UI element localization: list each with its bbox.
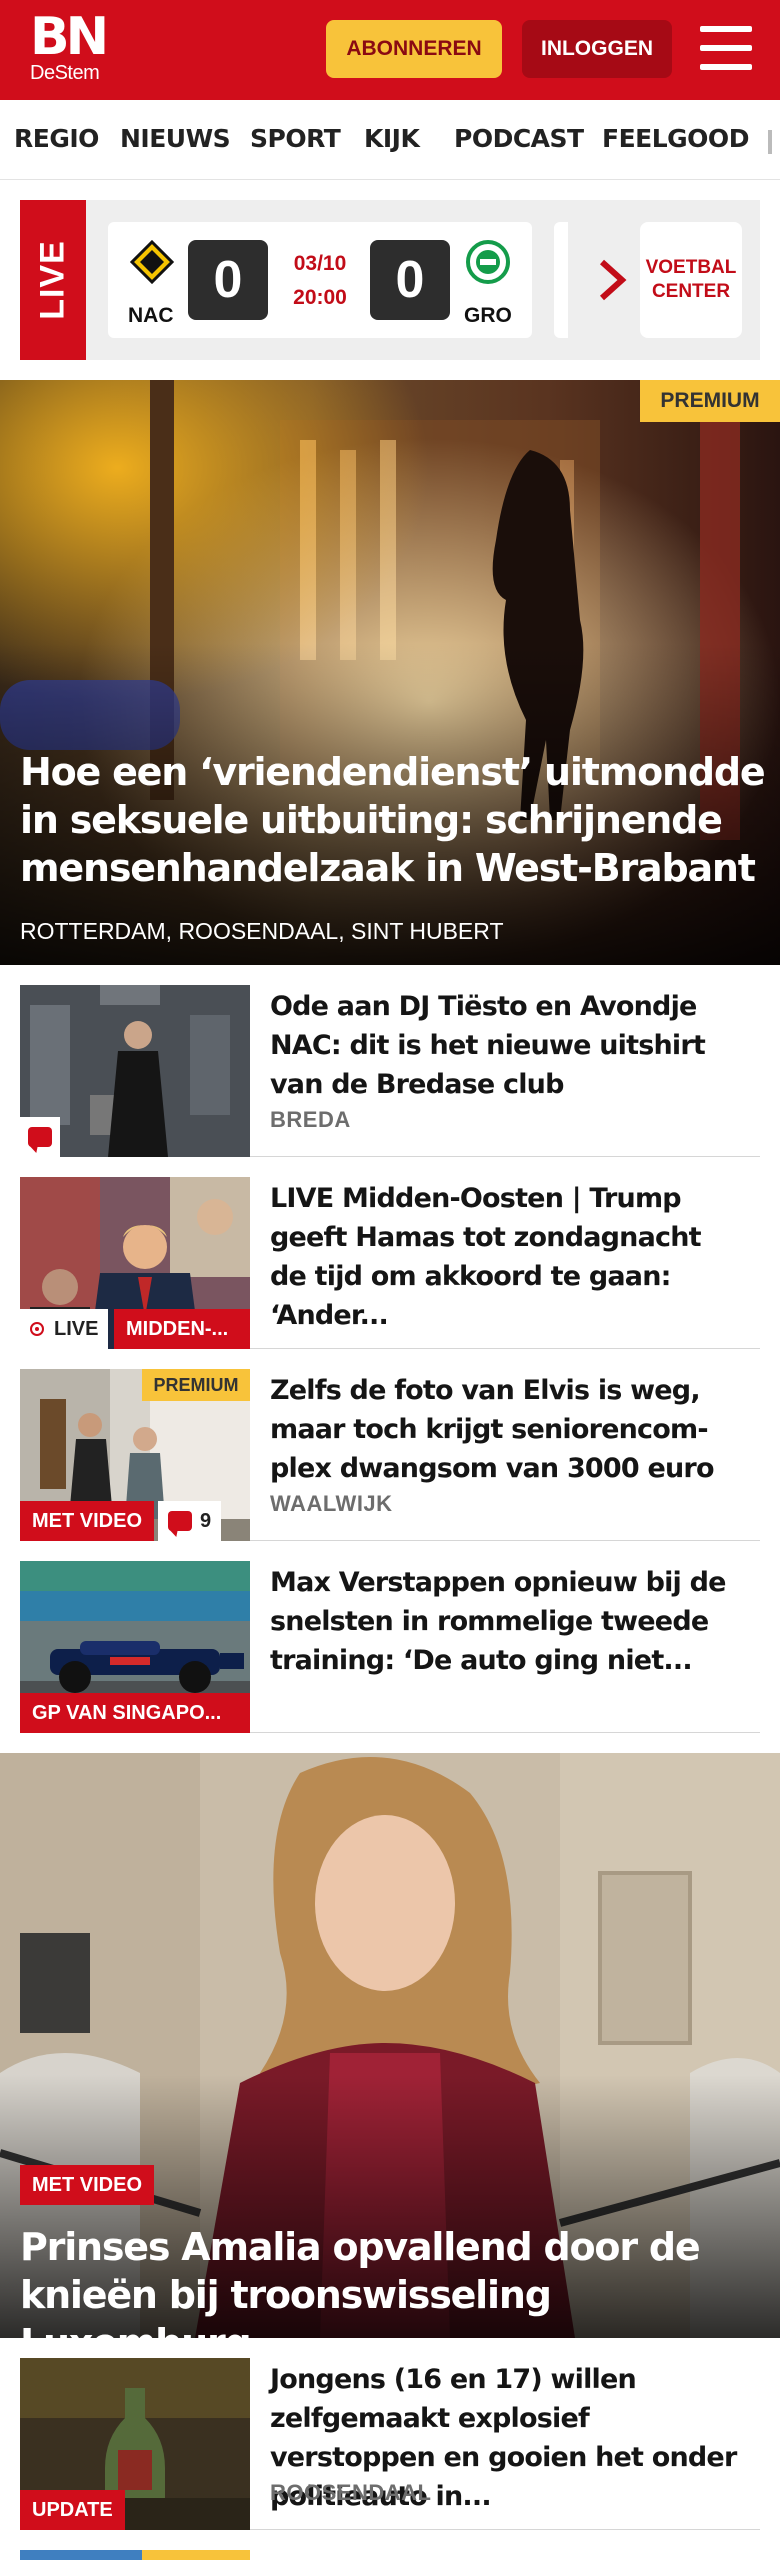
article-title[interactable]: LIVE Midden-Oosten | Trump geeft Hamas t…: [270, 1179, 740, 1335]
feature-article[interactable]: MET VIDEO Prinses Amalia opvallend door …: [0, 1753, 780, 2338]
article-thumbnail: LIVE MIDDEN-...: [20, 1177, 250, 1349]
list-item[interactable]: LIVE MIDDEN-... LIVE Midden-Oosten | Tru…: [20, 1157, 760, 1349]
article-thumbnail: [20, 985, 250, 1157]
logo-destem-text: DeStem: [30, 62, 100, 84]
section-nav: REGIO NIEUWS SPORT KIJK PODCAST FEELGOOD: [0, 100, 780, 180]
hamburger-menu-icon[interactable]: [700, 26, 752, 70]
video-label[interactable]: MET VIDEO: [20, 1501, 155, 1541]
article-thumbnail: UPDATE: [20, 2358, 250, 2530]
live-dot-icon: [30, 1322, 44, 1336]
article-location: ROOSENDAAL: [270, 2480, 432, 2505]
list-item[interactable]: Ode aan DJ Tiësto en Avondje NAC: dit is…: [20, 965, 760, 1157]
list-item[interactable]: UPDATE Jongens (16 en 17) willen zelfge­…: [20, 2338, 760, 2530]
comment-bubble-icon: [28, 1127, 52, 1147]
article-location: WAALWIJK: [270, 1491, 393, 1516]
article-title[interactable]: Zelfs de foto van Elvis is weg, maar toc…: [270, 1371, 740, 1488]
hero-location: ROTTERDAM, ROOSENDAAL, SINT HUBERT: [20, 918, 504, 944]
video-label[interactable]: MET VIDEO: [20, 2165, 155, 2205]
list-item[interactable]: PREMIUM MET VIDEO 9 Zelfs de foto van El…: [20, 1349, 760, 1541]
live-tab[interactable]: LIVE: [20, 200, 86, 360]
top-header: BN DeStem ABONNEREN INLOGGEN: [0, 0, 780, 100]
article-thumbnail: GP VAN SINGAPO...: [20, 1561, 250, 1733]
home-score: 0: [188, 240, 268, 320]
comment-count-chip[interactable]: 9: [158, 1501, 222, 1541]
category-label[interactable]: MIDDEN-...: [114, 1309, 250, 1349]
article-title[interactable]: Max Verstappen opnieuw bij de snelsten i…: [270, 1563, 740, 1680]
nav-overflow-divider: [768, 130, 772, 154]
match-time: 20:00: [293, 286, 347, 309]
comment-bubble-icon: [168, 1511, 192, 1531]
premium-badge: PREMIUM: [640, 380, 780, 422]
nav-item-feelgood[interactable]: FEELGOOD: [602, 124, 749, 153]
live-scoreboard: LIVE NAC 0 03/10 20:00 0 GRO VOETBAL CEN…: [20, 200, 760, 360]
home-team-code: NAC: [128, 304, 174, 327]
update-label[interactable]: UPDATE: [20, 2490, 125, 2530]
live-chip-label: LIVE: [54, 1317, 99, 1340]
live-chip: LIVE: [20, 1309, 109, 1349]
nac-badge-icon: [130, 240, 174, 284]
comment-count: 9: [200, 1509, 212, 1532]
list-item[interactable]: GP VAN SINGAPO... Max Verstappen opnieuw…: [20, 1541, 760, 1733]
live-tab-label: LIVE: [33, 240, 72, 320]
voetbal-center-label: VOETBAL CENTER: [645, 257, 737, 302]
nav-item-sport[interactable]: SPORT: [250, 124, 341, 153]
nav-item-podcast[interactable]: PODCAST: [454, 124, 584, 153]
logo-bn-text: BN: [30, 7, 109, 67]
comment-chip[interactable]: [20, 1117, 60, 1157]
bn-destem-logo[interactable]: BN DeStem: [30, 7, 109, 84]
chevron-right-icon[interactable]: [592, 256, 632, 304]
article-title[interactable]: Ode aan DJ Tiësto en Avondje NAC: dit is…: [270, 987, 740, 1104]
voetbal-center-button[interactable]: VOETBAL CENTER: [640, 222, 742, 338]
next-match-card[interactable]: [554, 222, 568, 338]
article-thumbnail: PREMIUM MET VIDEO 9: [20, 1369, 250, 1541]
hero-headline[interactable]: Hoe een ‘vriendendienst’ uitmondde in se…: [20, 748, 770, 892]
hero-article[interactable]: PREMIUM Hoe een ‘vriendendienst’ uitmond…: [0, 380, 780, 965]
feature-headline[interactable]: Prinses Amalia opvallend door de knieën …: [20, 2223, 770, 2338]
premium-badge: PREMIUM: [142, 1369, 250, 1401]
match-date: 03/10: [293, 252, 347, 275]
category-label[interactable]: GP VAN SINGAPO...: [20, 1693, 250, 1733]
match-card[interactable]: NAC 0 03/10 20:00 0 GRO: [108, 222, 532, 338]
nav-item-regio[interactable]: REGIO: [14, 124, 99, 153]
login-button[interactable]: INLOGGEN: [522, 20, 672, 78]
nav-item-nieuws[interactable]: NIEUWS: [120, 124, 231, 153]
next-premium-badge: [142, 2550, 250, 2560]
groningen-badge-icon: [466, 240, 510, 284]
article-location: BREDA: [270, 1107, 351, 1132]
away-team-code: GRO: [464, 304, 512, 327]
subscribe-button[interactable]: ABONNEREN: [326, 20, 502, 78]
away-score: 0: [370, 240, 450, 320]
nav-item-kijk[interactable]: KIJK: [364, 124, 420, 153]
